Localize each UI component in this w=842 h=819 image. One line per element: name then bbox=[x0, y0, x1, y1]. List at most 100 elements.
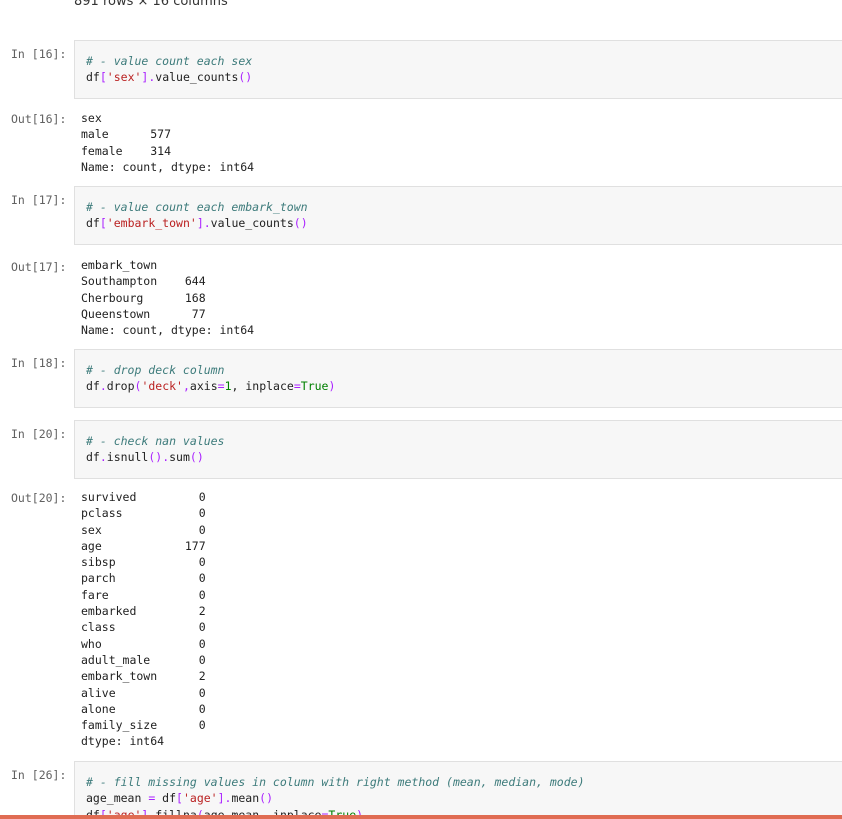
output-line: alone 0 bbox=[81, 701, 206, 716]
input-prompt: In [18]: bbox=[11, 356, 67, 370]
code-token: drop bbox=[106, 379, 135, 394]
input-prompt: In [26]: bbox=[11, 768, 67, 782]
code-token: sum bbox=[169, 450, 190, 465]
code-line: age_mean = df['age'].mean() bbox=[86, 790, 585, 806]
code-token: # - value count each sex bbox=[86, 54, 253, 68]
code-token: axis bbox=[189, 379, 218, 394]
output-line: survived 0 bbox=[81, 490, 206, 504]
code-token: = bbox=[217, 379, 225, 394]
code-line: # - fill missing values in column with r… bbox=[86, 774, 585, 790]
code-line: df.isnull().sum() bbox=[86, 449, 224, 465]
code-block: # - fill missing values in column with r… bbox=[86, 774, 585, 819]
code-token: () bbox=[238, 70, 253, 85]
output-line: class 0 bbox=[81, 620, 206, 635]
output-line: fare 0 bbox=[81, 587, 206, 602]
code-token: . bbox=[99, 379, 107, 394]
output-line: embark_town 2 bbox=[81, 669, 206, 684]
code-token: , bbox=[182, 379, 190, 394]
output-line: sex 0 bbox=[81, 522, 206, 537]
code-token: 'age' bbox=[182, 791, 218, 806]
output-line: female 314 bbox=[81, 143, 172, 158]
code-token: mean bbox=[231, 791, 260, 806]
code-editor[interactable]: # - drop deck column df.drop('deck',axis=… bbox=[74, 349, 842, 408]
output-line: embark_town bbox=[81, 258, 158, 272]
code-token: () bbox=[293, 216, 308, 231]
code-editor[interactable]: # - value count each sex df['sex'].value_… bbox=[74, 40, 842, 99]
output-line: pclass 0 bbox=[81, 506, 206, 521]
code-line: # - check nan values bbox=[86, 433, 224, 449]
code-token: 1 bbox=[224, 379, 232, 394]
code-block: # - drop deck column df.drop('deck',axis=… bbox=[86, 362, 335, 395]
code-block: # - check nan values df.isnull().sum() bbox=[86, 433, 224, 466]
output-line: Southampton 644 bbox=[81, 274, 206, 289]
input-prompt: In [20]: bbox=[11, 427, 67, 441]
output-line: embarked 2 bbox=[81, 604, 206, 619]
code-block: # - value count each sex df['sex'].value_… bbox=[86, 53, 252, 86]
code-token: () bbox=[189, 450, 204, 465]
cell-output: sex male 577 female 314 Name: count, dtype:… bbox=[81, 110, 254, 175]
code-editor[interactable]: # - value count each embark_town df['emba… bbox=[74, 186, 842, 245]
output-line: sex bbox=[81, 111, 102, 125]
output-line: parch 0 bbox=[81, 571, 206, 586]
output-line: dtype: int64 bbox=[81, 734, 165, 749]
code-token: [ bbox=[176, 791, 183, 806]
code-token: ]. bbox=[196, 216, 211, 231]
code-token: df bbox=[155, 791, 177, 806]
output-line: Name: count, dtype: int64 bbox=[81, 323, 255, 338]
code-line: df['embark_town'].value_counts() bbox=[86, 215, 308, 231]
output-line: Name: count, dtype: int64 bbox=[81, 159, 255, 174]
code-line: # - value count each embark_town bbox=[86, 199, 308, 215]
code-token: df bbox=[86, 450, 100, 465]
output-line: alive 0 bbox=[81, 685, 206, 700]
code-token: # - value count each embark_town bbox=[86, 200, 308, 214]
code-token: (). bbox=[148, 450, 170, 465]
output-line: Queenstown 77 bbox=[81, 306, 206, 321]
output-prompt: Out[17]: bbox=[11, 260, 67, 274]
code-token: inplace bbox=[245, 379, 294, 394]
code-line: df.drop('deck',axis=1, inplace=True) bbox=[86, 378, 335, 394]
input-prompt: In [17]: bbox=[11, 193, 67, 207]
code-token: # - check nan values bbox=[86, 434, 225, 448]
output-prompt: Out[16]: bbox=[11, 112, 67, 126]
code-editor[interactable]: # - fill missing values in column with r… bbox=[74, 761, 842, 819]
code-token: = bbox=[293, 379, 301, 394]
output-line: adult_male 0 bbox=[81, 652, 206, 667]
input-prompt: In [16]: bbox=[11, 47, 67, 61]
code-line: # - drop deck column bbox=[86, 362, 335, 378]
code-token: [ bbox=[99, 216, 107, 231]
code-token: # - drop deck column bbox=[86, 363, 225, 377]
output-line: Cherbourg 168 bbox=[81, 290, 206, 305]
output-prompt: Out[20]: bbox=[11, 491, 67, 505]
code-block: # - value count each embark_town df['emba… bbox=[86, 199, 308, 232]
bottom-accent-bar bbox=[0, 815, 842, 819]
output-line: who 0 bbox=[81, 636, 206, 651]
cell-output: embark_town Southampton 644 Cherbourg 168 Q… bbox=[81, 257, 254, 338]
code-token: True bbox=[300, 379, 329, 394]
code-token: ]. bbox=[141, 70, 156, 85]
code-token: df bbox=[86, 70, 100, 85]
code-token: isnull bbox=[106, 450, 149, 465]
code-token: df bbox=[86, 216, 100, 231]
code-token: [ bbox=[99, 70, 107, 85]
code-token: value_counts bbox=[210, 216, 294, 231]
code-token: () bbox=[259, 791, 274, 806]
code-token: df bbox=[86, 379, 100, 394]
code-token: 'sex' bbox=[106, 70, 142, 85]
code-token: , bbox=[231, 379, 246, 394]
output-line: age 177 bbox=[81, 538, 206, 553]
dataframe-shape-summary: 891 rows × 16 columns bbox=[74, 0, 228, 9]
cell-output: survived 0 pclass 0 sex 0 age 177 sibsp 0 par… bbox=[81, 489, 206, 750]
code-token: 'embark_town' bbox=[106, 216, 197, 231]
code-token: ]. bbox=[217, 791, 232, 806]
code-line: # - value count each sex bbox=[86, 53, 252, 69]
code-editor[interactable]: # - check nan values df.isnull().sum() bbox=[74, 420, 842, 479]
code-token: age_mean bbox=[86, 791, 149, 806]
code-line: df['sex'].value_counts() bbox=[86, 69, 252, 85]
output-line: sibsp 0 bbox=[81, 555, 206, 570]
code-token: 'deck' bbox=[141, 379, 183, 394]
code-token: ) bbox=[328, 379, 336, 394]
code-token: . bbox=[99, 450, 107, 465]
code-token: # - fill missing values in column with r… bbox=[86, 775, 585, 789]
output-line: family_size 0 bbox=[81, 718, 206, 733]
output-line: male 577 bbox=[81, 127, 172, 142]
